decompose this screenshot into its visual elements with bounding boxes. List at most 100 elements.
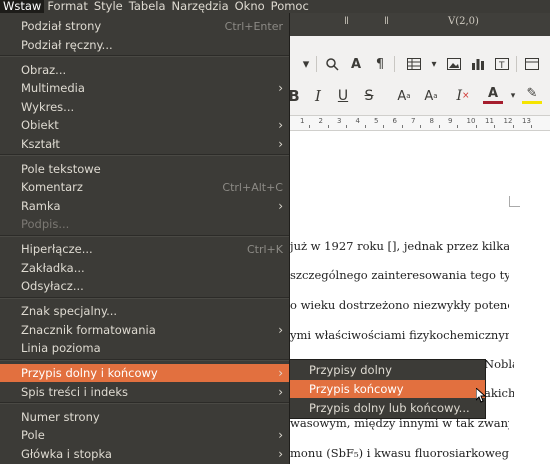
menu-item-label: Kształt — [21, 136, 60, 151]
menu-item[interactable]: Pole tekstowe — [0, 160, 289, 178]
menu-item-label: Obraz... — [21, 62, 67, 77]
submenu-arrow-icon: › — [278, 384, 283, 399]
ruler-label: 7 — [411, 117, 416, 125]
document-line: monu (SbF₅) i kwasu fluorosiarkowego — [290, 446, 509, 460]
header-fragment: ǁ — [384, 16, 389, 27]
italic-icon[interactable]: I — [308, 86, 328, 106]
submenu-item[interactable]: Przypisy dolny — [290, 361, 485, 379]
menu-item-label: Komentarz — [21, 180, 83, 194]
text-color-icon[interactable]: A — [483, 86, 503, 104]
menu-item-label: Zakładka... — [21, 260, 85, 275]
toolbar-divider — [394, 56, 395, 72]
pilcrow-icon[interactable]: ¶ — [370, 54, 390, 74]
menu-item[interactable]: Ramka › — [0, 197, 289, 215]
document-header-strip: ǁ ǁ V(2,0) — [290, 13, 550, 36]
menubar-item[interactable]: Okno — [232, 0, 268, 13]
submenu-arrow-icon: › — [278, 428, 283, 442]
menu-item-label: Obiekt — [21, 118, 59, 132]
ruler-tick — [475, 125, 477, 128]
menu-item-shortcut: Ctrl+K — [246, 242, 283, 256]
ruler-label: 4 — [355, 117, 360, 125]
menubar-item[interactable]: Pomoc — [268, 0, 312, 13]
document-line: o wieku dostrzeżono niezwykły potencjał — [290, 298, 509, 312]
menu-item[interactable]: Główka i stopka › — [0, 445, 289, 463]
menu-separator — [0, 296, 289, 299]
menubar-item[interactable]: Format — [44, 0, 91, 13]
menu-item-label: Wykres... — [21, 99, 75, 114]
menu-separator — [0, 55, 289, 57]
ruler-tick — [327, 125, 329, 128]
menubar-item[interactable]: Style — [91, 0, 126, 13]
ruler-label: 9 — [448, 117, 453, 125]
menu-item[interactable]: Zakładka... — [0, 259, 289, 277]
svg-text:T: T — [498, 61, 505, 70]
underline-icon[interactable]: U — [333, 86, 353, 106]
menu-item-shortcut: Ctrl+Alt+C — [222, 180, 283, 194]
ruler-tick — [494, 125, 495, 128]
document-line: już w 1927 roku [], jednak przez kilka — [290, 239, 509, 253]
menu-item[interactable]: Spis treści i indeks › — [0, 383, 289, 401]
menu-item[interactable]: Znak specjalny... — [0, 302, 289, 320]
highlight-icon[interactable]: ✎ — [522, 86, 542, 104]
ruler-label: 11 — [485, 117, 494, 125]
submenu-item[interactable]: Przypis końcowy — [290, 380, 485, 398]
table-icon[interactable] — [404, 54, 424, 74]
menu-item[interactable]: Podział strony Ctrl+Enter — [0, 17, 289, 35]
subscript-icon[interactable]: Aa — [421, 86, 441, 106]
ruler-label: 13 — [522, 117, 531, 125]
menu-item[interactable]: Odsyłacz... — [0, 277, 289, 295]
menu-item[interactable]: Kształt › — [0, 135, 289, 153]
menu-item[interactable]: Przypis dolny i końcowy › — [0, 364, 289, 382]
insert-menu: Podział strony Ctrl+Enter Podział ręczny..… — [0, 13, 290, 464]
menu-item[interactable]: Wykres... — [0, 98, 289, 116]
menu-item-label: Numer strony — [21, 409, 100, 424]
menu-item[interactable]: Podział ręczny... — [0, 36, 289, 54]
menu-item[interactable]: Numer strony — [0, 408, 289, 426]
clear-format-icon[interactable]: I × — [453, 86, 473, 106]
dropdown-arrow-icon[interactable]: ▾ — [424, 54, 444, 74]
search-icon[interactable] — [322, 54, 342, 74]
header-footer-icon[interactable] — [522, 54, 542, 74]
menu-item-shortcut: Ctrl+Enter — [224, 19, 283, 33]
menu-item-label: Podział ręczny... — [21, 37, 113, 52]
menu-item[interactable]: Multimedia › — [0, 79, 289, 97]
mouse-cursor-icon — [475, 386, 487, 407]
submenu-item[interactable]: Przypis dolny lub końcowy... — [290, 399, 485, 417]
menu-separator — [0, 154, 289, 156]
menu-separator — [0, 234, 289, 237]
menubar-item[interactable]: Narzędzia — [169, 0, 232, 13]
menubar-item[interactable]: Wstaw — [0, 0, 45, 13]
dropdown-arrow-icon[interactable]: ▾ — [503, 86, 523, 106]
menu-item[interactable]: Obiekt › — [0, 116, 289, 134]
menu-item-label: Linia pozioma — [21, 341, 101, 355]
font-color-icon[interactable]: A — [346, 54, 366, 74]
ruler-tick — [346, 125, 347, 128]
textbox-icon[interactable]: T — [492, 54, 512, 74]
menu-item-label: Przypis dolny i końcowy — [21, 366, 158, 380]
menubar-item[interactable]: Tabela — [126, 0, 169, 13]
ruler-tick — [420, 125, 421, 128]
chart-icon[interactable] — [468, 54, 488, 74]
menu-item-label: Podział strony — [21, 19, 102, 33]
image-icon[interactable] — [444, 54, 464, 74]
strikethrough-icon[interactable]: S — [359, 86, 379, 106]
ruler-label: 1 — [300, 117, 305, 125]
menu-item-label: Spis treści i indeks — [21, 384, 129, 399]
menu-item[interactable]: Komentarz Ctrl+Alt+C — [0, 178, 289, 196]
ruler-tick — [401, 125, 403, 128]
ruler-label: 12 — [503, 117, 513, 125]
menu-item[interactable]: Hiperłącze... Ctrl+K — [0, 240, 289, 258]
menu-item-label: Multimedia — [21, 81, 85, 95]
ruler-tick — [512, 125, 514, 128]
menu-item[interactable]: Pole › — [0, 426, 289, 444]
menu-item[interactable]: Obraz... — [0, 61, 289, 79]
dropdown-arrow-icon[interactable]: ▾ — [296, 54, 316, 74]
submenu-arrow-icon: › — [278, 198, 283, 213]
horizontal-ruler[interactable]: 1 2 3 4 5 6 7 8 9 10 11 12 13 — [290, 115, 550, 131]
menu-item[interactable]: Linia pozioma — [0, 339, 289, 357]
ruler-tick — [364, 125, 366, 128]
menu-separator — [0, 402, 289, 404]
superscript-icon[interactable]: Aa — [394, 86, 414, 106]
submenu-item-label: Przypisy dolny — [309, 363, 392, 377]
menu-item[interactable]: Znacznik formatowania › — [0, 321, 289, 339]
